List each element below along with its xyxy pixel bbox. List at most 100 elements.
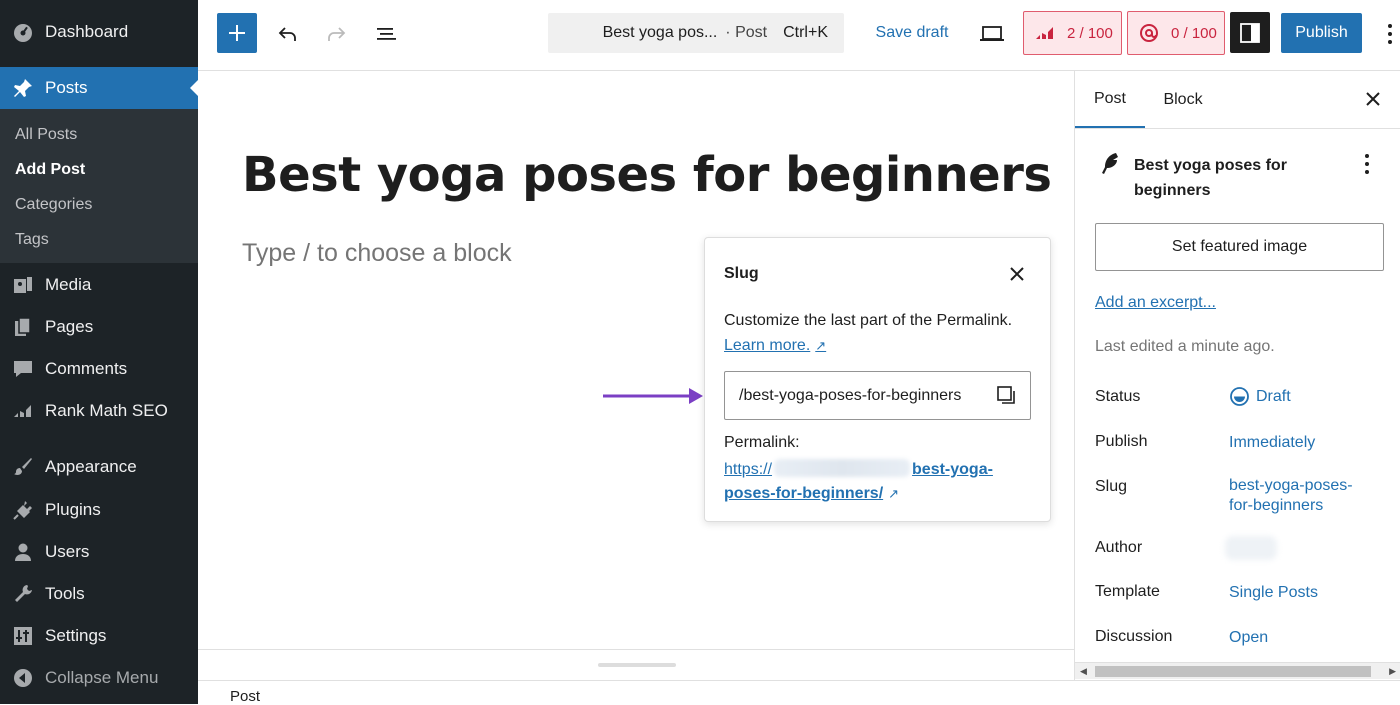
menu-settings-label: Settings xyxy=(45,626,107,645)
admin-menu: Dashboard Posts All Posts Add Post Categ… xyxy=(0,0,198,704)
submenu-all-posts[interactable]: All Posts xyxy=(15,126,77,144)
sidebar-close-button[interactable] xyxy=(1359,87,1387,111)
slug-value-line-2: for-beginners xyxy=(1229,497,1324,514)
menu-dashboard[interactable]: Dashboard xyxy=(0,12,198,52)
last-edited-text: Last edited a minute ago. xyxy=(1095,338,1275,355)
menu-media-label: Media xyxy=(45,275,92,294)
menu-comments[interactable]: Comments xyxy=(0,349,198,389)
rank-math-score-icon xyxy=(1034,22,1056,44)
menu-posts[interactable]: Posts xyxy=(0,67,198,109)
menu-plugins[interactable]: Plugins xyxy=(0,490,198,530)
command-post-type: · Post xyxy=(725,24,768,41)
options-button[interactable] xyxy=(1380,18,1400,50)
menu-pages[interactable]: Pages xyxy=(0,307,198,347)
redo-button[interactable] xyxy=(320,18,352,50)
collapse-menu-button[interactable]: Collapse Menu xyxy=(0,658,198,698)
laptop-icon xyxy=(980,26,1004,41)
external-link-icon: ↗ xyxy=(888,486,900,501)
slug-input[interactable]: /best-yoga-poses-for-beginners xyxy=(724,371,1031,420)
menu-rank-math-label: Rank Math SEO xyxy=(45,401,168,420)
settings-sidebar-toggle[interactable] xyxy=(1230,12,1270,53)
wrench-icon xyxy=(11,582,35,606)
add-excerpt-link[interactable]: Add an excerpt... xyxy=(1095,294,1216,312)
more-vertical-icon xyxy=(1388,24,1392,44)
pin-icon xyxy=(11,76,35,100)
rank-math-icon xyxy=(11,399,35,423)
menu-appearance[interactable]: Appearance xyxy=(0,447,198,487)
menu-tools[interactable]: Tools xyxy=(0,574,198,614)
slug-popover: Slug Customize the last part of the Perm… xyxy=(704,237,1051,522)
document-overview-button[interactable] xyxy=(370,18,402,50)
dashboard-icon xyxy=(11,20,35,44)
sidebar-horizontal-scrollbar[interactable]: ◀ ▶ xyxy=(1075,662,1400,679)
set-featured-image-button[interactable]: Set featured image xyxy=(1095,223,1384,271)
slug-label: Slug xyxy=(1095,478,1128,495)
slug-value-line-1: best-yoga-poses- xyxy=(1229,477,1353,494)
more-vertical-icon[interactable] xyxy=(1357,151,1377,177)
submenu-tags[interactable]: Tags xyxy=(15,231,49,249)
scroll-right-arrow-icon[interactable]: ▶ xyxy=(1389,666,1396,677)
sidebar-icon xyxy=(1240,22,1260,43)
scroll-left-arrow-icon[interactable]: ◀ xyxy=(1080,666,1087,677)
menu-plugins-label: Plugins xyxy=(45,500,101,519)
slug-value[interactable]: best-yoga-poses- for-beginners xyxy=(1229,476,1353,516)
template-value[interactable]: Single Posts xyxy=(1229,583,1318,603)
close-icon xyxy=(1366,92,1380,106)
menu-rank-math[interactable]: Rank Math SEO xyxy=(0,391,198,431)
save-draft-button[interactable]: Save draft xyxy=(870,13,954,53)
pages-icon xyxy=(11,315,35,339)
menu-comments-label: Comments xyxy=(45,359,128,378)
copy-icon[interactable] xyxy=(996,385,1018,407)
tabs-divider xyxy=(1075,128,1400,129)
slug-description: Customize the last part of the Permalink… xyxy=(724,312,1013,329)
editor-footer: Post xyxy=(198,680,1400,705)
command-palette-bar[interactable]: Best yoga pos... · Post Ctrl+K xyxy=(548,13,844,53)
settings-sidebar: Post Block Best yoga poses for beginners… xyxy=(1074,71,1400,680)
command-post-title: Best yoga pos... xyxy=(602,24,718,41)
seo-score-value: 2 / 100 xyxy=(1067,24,1113,42)
redo-icon xyxy=(328,27,346,41)
draft-status-icon xyxy=(1230,387,1249,406)
editor-toolbar: Best yoga pos... · Post Ctrl+K Save draf… xyxy=(198,0,1400,71)
menu-settings[interactable]: Settings xyxy=(0,616,198,656)
resize-handle[interactable] xyxy=(598,663,676,667)
submenu-add-post[interactable]: Add Post xyxy=(15,161,85,179)
discussion-value[interactable]: Open xyxy=(1229,628,1268,648)
list-view-icon xyxy=(377,28,396,40)
menu-posts-label: Posts xyxy=(45,78,88,97)
submenu-categories[interactable]: Categories xyxy=(15,196,92,214)
permalink-slug-part-2: poses-for-beginners/ xyxy=(724,485,884,502)
post-title[interactable]: Best yoga poses for beginners xyxy=(242,147,1052,203)
menu-users[interactable]: Users xyxy=(0,532,198,572)
author-value-blurred[interactable] xyxy=(1225,536,1277,560)
undo-icon xyxy=(278,27,296,41)
author-label: Author xyxy=(1095,539,1143,556)
publish-value[interactable]: Immediately xyxy=(1229,433,1315,453)
menu-media[interactable]: Media xyxy=(0,265,198,305)
media-icon xyxy=(11,273,35,297)
block-inserter-button[interactable] xyxy=(217,13,257,53)
status-value-text: Draft xyxy=(1256,387,1291,405)
permalink-slug-part-1: best-yoga- xyxy=(912,461,993,478)
posts-submenu: All Posts Add Post Categories Tags xyxy=(0,109,198,263)
post-summary-title: Best yoga poses for beginners xyxy=(1134,157,1287,199)
collapse-menu-label: Collapse Menu xyxy=(45,668,159,687)
rank-math-seo-score[interactable]: 2 / 100 xyxy=(1023,11,1122,55)
permalink-link[interactable]: https:// best-yoga-poses-for-beginners/ ↗ xyxy=(724,458,1024,506)
learn-more-link[interactable]: Learn more. ↗ xyxy=(724,337,826,355)
block-placeholder[interactable]: Type / to choose a block xyxy=(242,239,512,268)
publish-button[interactable]: Publish xyxy=(1281,13,1362,53)
scrollbar-thumb[interactable] xyxy=(1095,666,1371,677)
slug-popover-title: Slug xyxy=(724,265,759,282)
slug-popover-close-button[interactable] xyxy=(1003,262,1031,286)
undo-button[interactable] xyxy=(272,18,304,50)
menu-pages-label: Pages xyxy=(45,317,94,336)
tab-post[interactable]: Post xyxy=(1075,71,1145,128)
block-breadcrumb[interactable]: Post xyxy=(230,688,260,705)
plus-icon xyxy=(229,25,245,41)
status-value[interactable]: Draft xyxy=(1229,386,1291,407)
content-ai-score[interactable]: 0 / 100 xyxy=(1127,11,1225,55)
tab-block[interactable]: Block xyxy=(1155,71,1211,128)
preview-button[interactable] xyxy=(976,18,1008,50)
content-score-value: 0 / 100 xyxy=(1171,24,1217,42)
